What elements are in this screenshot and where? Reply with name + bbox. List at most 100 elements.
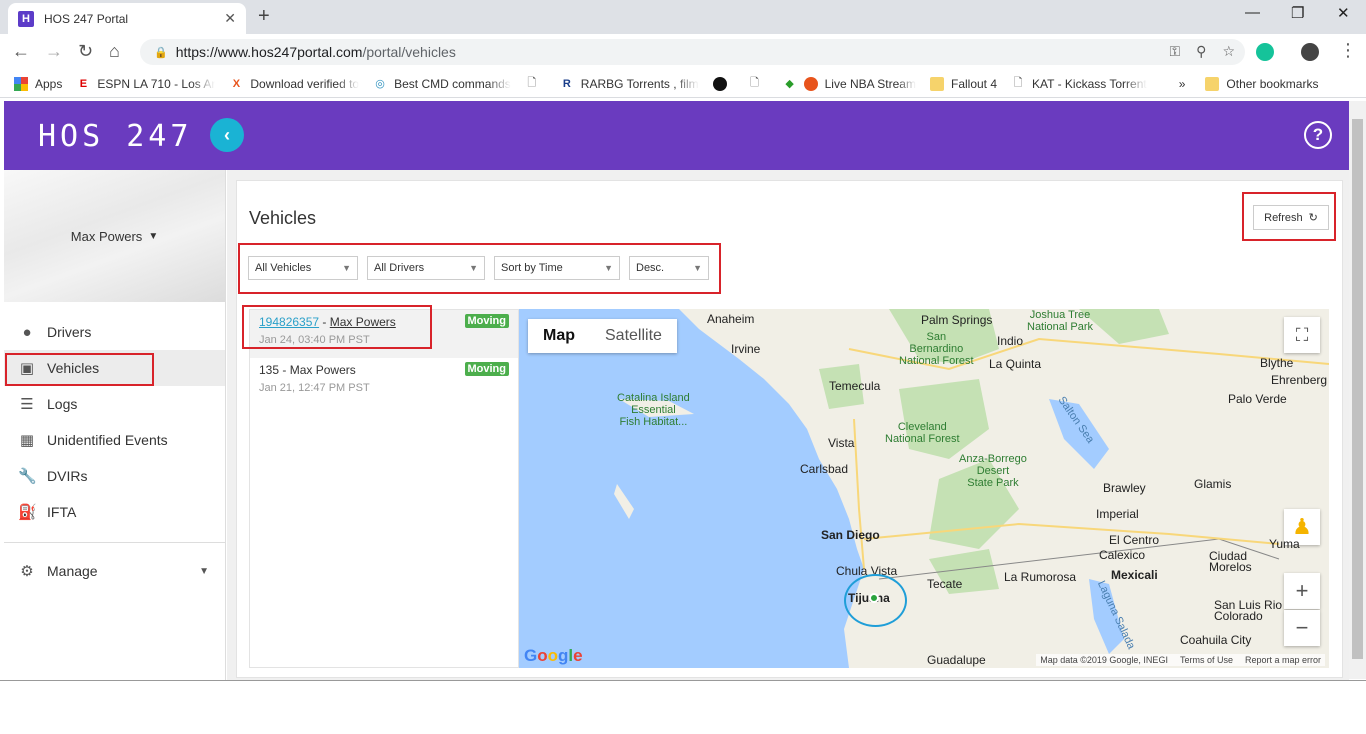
page-scrollbar[interactable] bbox=[1349, 101, 1366, 679]
bookmark-label: Fallout 4 bbox=[950, 76, 998, 91]
map-type-map-button[interactable]: Map bbox=[528, 319, 590, 353]
map-label: Carlsbad bbox=[800, 462, 849, 476]
map-label: Cleveland National Forest bbox=[885, 421, 960, 445]
vehicle-map[interactable]: Map Satellite ⛶ ♟ + − Anaheim Irvine Pal… bbox=[519, 309, 1329, 668]
folder-icon bbox=[929, 76, 944, 91]
browser-toolbar: ← → ↻ ⌂ 🔒 https://www.hos247portal.com/p… bbox=[0, 34, 1366, 70]
minimize-icon[interactable]: — bbox=[1245, 4, 1260, 21]
forward-icon[interactable]: → bbox=[45, 41, 63, 62]
bookmark-label: Live NBA Stream bbox=[824, 76, 916, 91]
hos-logo[interactable]: HOS 247 bbox=[38, 119, 192, 154]
map-label: Temecula bbox=[829, 379, 881, 393]
map-label: Imperial bbox=[1096, 507, 1139, 521]
tab-title: HOS 247 Portal bbox=[44, 11, 129, 26]
zoom-icon[interactable]: ⚲ bbox=[1196, 43, 1206, 60]
profile-avatar-icon[interactable] bbox=[1301, 43, 1319, 61]
sidebar-item-label: DVIRs bbox=[47, 468, 88, 484]
bookmark-label: RARBG Torrents , film bbox=[580, 76, 699, 91]
user-name: Max Powers bbox=[70, 228, 143, 244]
sidebar-item-logs[interactable]: ☰ Logs bbox=[4, 386, 225, 422]
vehicle-timestamp: Jan 21, 12:47 PM PST bbox=[259, 382, 370, 394]
map-type-control: Map Satellite bbox=[528, 319, 677, 353]
tab-close-icon[interactable]: ✕ bbox=[224, 10, 236, 27]
menu-kebab-icon[interactable]: ⋮ bbox=[1339, 40, 1357, 61]
bookmark-other[interactable]: Other bookmarks bbox=[1205, 76, 1318, 91]
star-icon[interactable]: ☆ bbox=[1222, 43, 1235, 60]
zoom-in-button[interactable]: + bbox=[1284, 573, 1320, 609]
bookmark-kat[interactable]: 🗋 KAT - Kickass Torrent bbox=[1011, 77, 1147, 91]
map-label: Brawley bbox=[1103, 481, 1146, 495]
bookmark-label: Apps bbox=[35, 76, 63, 91]
map-label: Ehrenberg bbox=[1271, 373, 1328, 387]
report-error-link[interactable]: Report a map error bbox=[1245, 655, 1321, 665]
vehicle-id: 135 bbox=[259, 363, 280, 377]
map-label: Palm Springs bbox=[921, 313, 993, 327]
map-label: La Rumorosa bbox=[1004, 570, 1077, 584]
apps-grid-icon bbox=[14, 76, 28, 91]
map-label: Irvine bbox=[731, 342, 761, 356]
map-label: San Luis Rio Colorado bbox=[1214, 598, 1283, 623]
back-icon[interactable]: ← bbox=[12, 41, 30, 62]
map-label: Vista bbox=[828, 436, 855, 450]
map-label: El Centro bbox=[1109, 533, 1160, 547]
vehicle-row[interactable]: 135 - Max Powers Jan 21, 12:47 PM PST Mo… bbox=[250, 358, 518, 406]
collapse-sidebar-button[interactable]: ‹ bbox=[210, 118, 244, 152]
bookmark-apps[interactable]: Apps bbox=[14, 76, 63, 91]
bookmark-fallout[interactable]: Fallout 4 bbox=[929, 76, 998, 91]
bookmark-label: ESPN LA 710 - Los Ar bbox=[97, 76, 216, 91]
new-tab-icon[interactable]: + bbox=[258, 5, 270, 28]
map-label: Anza-Borrego Desert State Park bbox=[959, 453, 1027, 489]
bookmark-nba[interactable]: ◆ Live NBA Stream bbox=[783, 76, 916, 91]
reload-icon[interactable]: ↻ bbox=[78, 41, 93, 62]
eye-icon: ◆ bbox=[785, 78, 794, 90]
help-button[interactable]: ? bbox=[1304, 121, 1332, 149]
sidebar-item-dvirs[interactable]: 🔧 DVIRs bbox=[4, 458, 225, 494]
bookmarks-overflow[interactable]: » bbox=[1179, 77, 1186, 91]
sidebar-item-ifta[interactable]: ⛽ IFTA bbox=[4, 494, 225, 530]
sidebar-item-label: IFTA bbox=[47, 504, 77, 520]
status-badge: Moving bbox=[464, 314, 509, 328]
sidebar-item-drivers[interactable]: ● Drivers bbox=[4, 314, 225, 350]
browser-tabstrip: H HOS 247 Portal ✕ + — ❐ ✕ bbox=[0, 0, 1366, 34]
grammarly-icon[interactable] bbox=[1256, 43, 1274, 61]
bookmark-page[interactable]: 🗋 bbox=[525, 77, 546, 91]
map-label: Ciudad Morelos bbox=[1209, 549, 1252, 574]
map-label: Tecate bbox=[927, 577, 963, 591]
bookmark-download[interactable]: X Download verified to bbox=[229, 77, 359, 91]
chevron-double-right-icon: » bbox=[1178, 76, 1186, 91]
map-type-satellite-button[interactable]: Satellite bbox=[590, 319, 677, 353]
rarbg-icon: R bbox=[562, 77, 571, 90]
sidebar-item-manage[interactable]: ⚙ Manage ▼ bbox=[4, 553, 225, 589]
lock-icon: 🔒 bbox=[154, 46, 168, 59]
key-icon[interactable]: ⚿ bbox=[1170, 43, 1181, 60]
map-label: Glamis bbox=[1194, 477, 1232, 491]
zoom-out-button[interactable]: − bbox=[1284, 610, 1320, 646]
bookmark-cmd[interactable]: ◎ Best CMD commands bbox=[373, 77, 511, 91]
espn-icon: E bbox=[79, 77, 88, 90]
user-profile[interactable]: Max Powers ▼ bbox=[4, 170, 225, 302]
scrollbar-thumb[interactable] bbox=[1352, 119, 1363, 659]
wrench-icon: 🔧 bbox=[18, 468, 37, 485]
bookmark-page-2[interactable]: 🗋 bbox=[748, 77, 769, 91]
map-label: Blythe bbox=[1260, 356, 1294, 370]
bookmark-rarbg[interactable]: R RARBG Torrents , film bbox=[560, 77, 699, 91]
terms-link[interactable]: Terms of Use bbox=[1180, 655, 1233, 665]
restore-icon[interactable]: ❐ bbox=[1291, 4, 1304, 22]
app-header: HOS 247 ‹ ? bbox=[4, 101, 1349, 170]
bookmark-spotify[interactable] bbox=[712, 76, 734, 91]
fullscreen-button[interactable]: ⛶ bbox=[1284, 317, 1320, 353]
map-label: Mexicali bbox=[1111, 568, 1158, 582]
window-close-icon[interactable]: ✕ bbox=[1337, 4, 1350, 22]
map-label: Guadalupe bbox=[927, 653, 986, 667]
chevron-down-icon: ▼ bbox=[199, 565, 209, 577]
sidebar-item-label: Drivers bbox=[47, 324, 92, 340]
bookmark-label: Best CMD commands bbox=[394, 76, 511, 91]
browser-tab[interactable]: H HOS 247 Portal ✕ bbox=[8, 3, 246, 34]
chevron-down-icon: ▼ bbox=[148, 230, 159, 242]
home-icon[interactable]: ⌂ bbox=[109, 41, 120, 62]
map-label: Indio bbox=[997, 334, 1024, 348]
bookmark-espn[interactable]: E ESPN LA 710 - Los Ar bbox=[76, 76, 216, 91]
sidebar-item-unidentified-events[interactable]: ▦ Unidentified Events bbox=[4, 422, 225, 458]
google-logo: Google bbox=[524, 646, 583, 665]
address-bar[interactable]: 🔒 https://www.hos247portal.com/portal/ve… bbox=[140, 39, 1245, 65]
